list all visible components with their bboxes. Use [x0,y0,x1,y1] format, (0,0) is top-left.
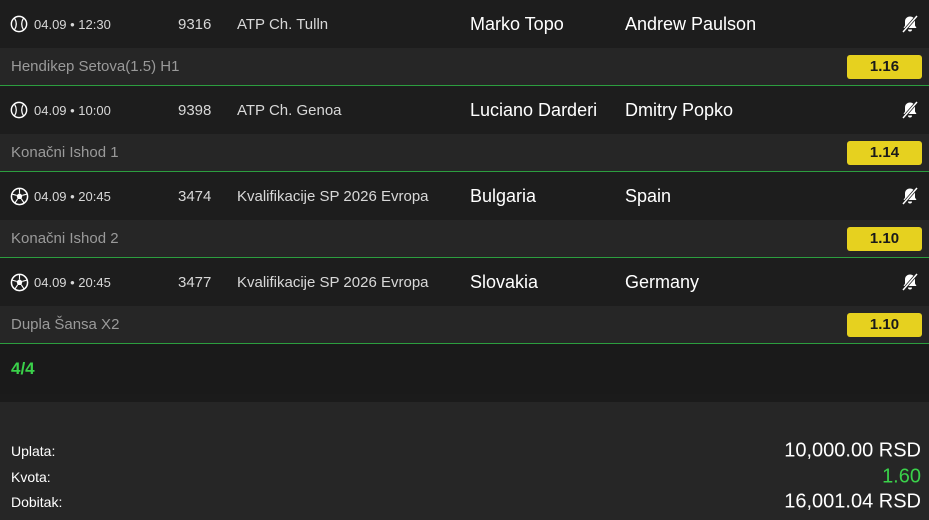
team-away: Andrew Paulson [625,13,757,34]
win-line: Dobitak: 16,001.04 RSD [0,489,929,515]
soccer-ball-icon [9,272,29,292]
bell-off-icon[interactable] [899,185,921,207]
market-label: Hendikep Setova(1.5) H1 [11,58,180,75]
odds-line: Kvota: 1.60 [0,464,929,490]
market-label: Konačni Ishod 1 [11,144,119,161]
odd-badge[interactable]: 1.10 [847,226,922,251]
team-home: Bulgaria [470,185,537,206]
odds-label: Kvota: [11,469,51,485]
bet-ticket: 04.09 • 12:30 9316 ATP Ch. Tulln Marko T… [0,0,929,520]
win-label: Dobitak: [11,494,63,510]
market-label: Konačni Ishod 2 [11,230,119,247]
match-row: 04.09 • 10:00 9398 ATP Ch. Genoa Luciano… [0,86,929,134]
stake-value: 10,000.00 RSD [784,439,921,462]
team-away: Spain [625,185,672,206]
match-row: 04.09 • 20:45 3477 Kvalifikacije SP 2026… [0,258,929,306]
odd-badge[interactable]: 1.16 [847,54,922,79]
market-row: Dupla Šansa X2 1.10 [0,306,929,344]
selection-count: 4/4 [11,359,35,378]
match-league: ATP Ch. Tulln [237,15,329,33]
team-home: Marko Topo [470,13,564,34]
win-value: 16,001.04 RSD [784,490,921,513]
match-time: 04.09 • 20:45 [34,188,111,204]
bell-off-icon[interactable] [899,13,921,35]
odds-value: 1.60 [882,465,921,488]
match-league: ATP Ch. Genoa [237,101,342,119]
tennis-ball-icon [9,100,29,120]
ticket-summary: Uplata: 10,000.00 RSD Kvota: 1.60 Dobita… [0,402,929,520]
match-league: Kvalifikacije SP 2026 Evropa [237,273,429,291]
match-row: 04.09 • 20:45 3474 Kvalifikacije SP 2026… [0,172,929,220]
market-row: Konačni Ishod 2 1.10 [0,220,929,258]
match-time: 04.09 • 12:30 [34,16,111,32]
team-away: Germany [625,271,700,292]
match-code: 9316 [178,15,212,33]
soccer-ball-icon [9,186,29,206]
match-league: Kvalifikacije SP 2026 Evropa [237,187,429,205]
match-row: 04.09 • 12:30 9316 ATP Ch. Tulln Marko T… [0,0,929,48]
stake-line: Uplata: 10,000.00 RSD [0,438,929,464]
team-home: Slovakia [470,271,539,292]
market-label: Dupla Šansa X2 [11,316,120,333]
match-time: 04.09 • 10:00 [34,102,111,118]
match-time: 04.09 • 20:45 [34,274,111,290]
bell-off-icon[interactable] [899,271,921,293]
stake-label: Uplata: [11,443,56,459]
match-code: 9398 [178,101,212,119]
match-code: 3477 [178,273,212,291]
market-row: Konačni Ishod 1 1.14 [0,134,929,172]
match-code: 3474 [178,187,212,205]
selection-count-row: 4/4 [0,344,929,394]
team-away: Dmitry Popko [625,99,734,120]
team-home: Luciano Darderi [470,99,598,120]
bell-off-icon[interactable] [899,99,921,121]
tennis-ball-icon [9,14,29,34]
odd-badge[interactable]: 1.14 [847,140,922,165]
odd-badge[interactable]: 1.10 [847,312,922,337]
market-row: Hendikep Setova(1.5) H1 1.16 [0,48,929,86]
